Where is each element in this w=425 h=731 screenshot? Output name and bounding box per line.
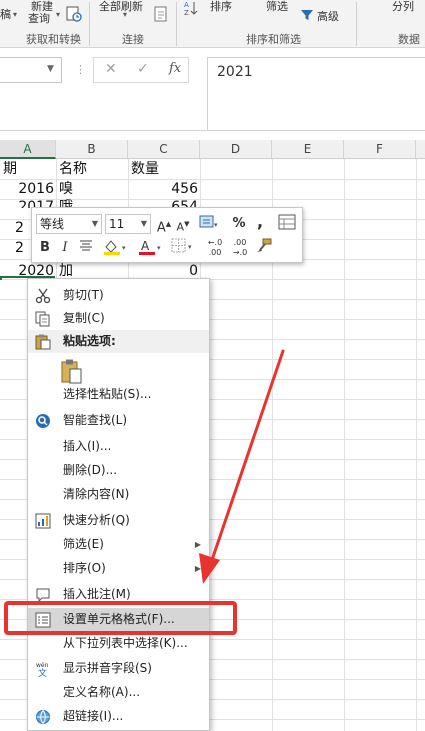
annotation-arrow (199, 349, 285, 584)
